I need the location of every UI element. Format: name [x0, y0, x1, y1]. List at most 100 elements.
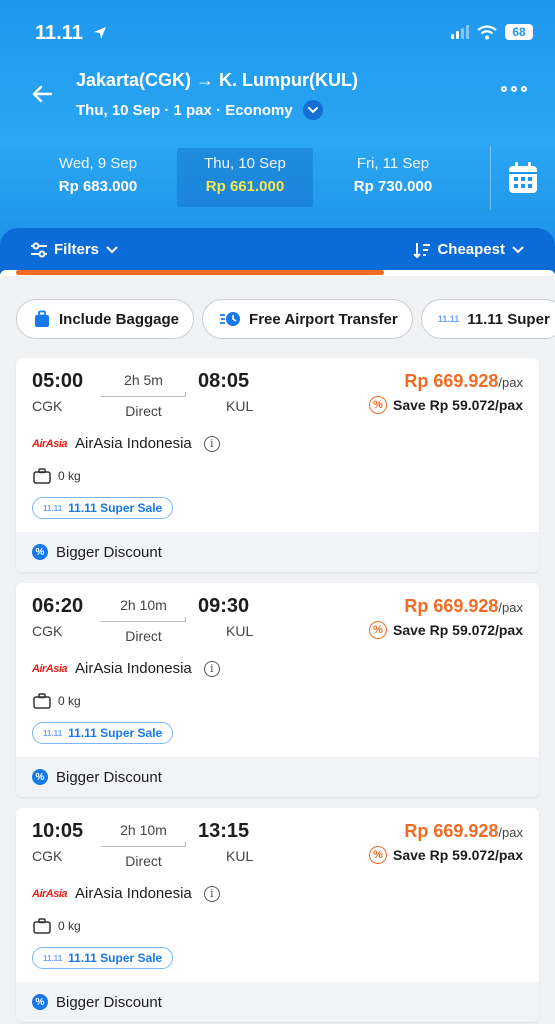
- discount-label: Bigger Discount: [56, 993, 162, 1011]
- price: Rp 669.928/pax: [404, 821, 523, 842]
- sort-icon: [413, 242, 431, 258]
- date-price: Rp 730.000: [353, 178, 433, 195]
- date-label: Wed, 9 Sep: [58, 155, 138, 172]
- date-label: Fri, 11 Sep: [356, 155, 430, 172]
- sort-label: Cheapest: [437, 241, 505, 258]
- more-icon[interactable]: [501, 86, 527, 92]
- bag-icon: [33, 468, 51, 484]
- filter-bar: Filters Cheapest: [0, 228, 555, 274]
- info-icon[interactable]: i: [203, 435, 220, 452]
- results-list: Include Baggage Free Airport Transfer 11…: [0, 276, 555, 1024]
- sale-badge: 11.11 11.11 Super Sale: [32, 947, 174, 969]
- date-strip: Wed, 9 Sep Rp 683.000 Thu, 10 Sep Rp 661…: [0, 148, 555, 208]
- info-icon[interactable]: i: [203, 885, 220, 902]
- airline-name: AirAsia Indonesia: [75, 435, 192, 452]
- price: Rp 669.928/pax: [404, 371, 523, 392]
- trip-details[interactable]: Thu, 10 Sep · 1 pax · Economy: [76, 100, 323, 120]
- percent-icon: %: [369, 396, 388, 414]
- divider: [490, 146, 491, 210]
- discount-banner: % Bigger Discount: [16, 982, 539, 1022]
- chevron-down-icon[interactable]: [302, 100, 323, 120]
- sort-button[interactable]: Cheapest: [413, 241, 525, 258]
- savings: % Save Rp 59.072/pax: [369, 846, 523, 864]
- savings: % Save Rp 59.072/pax: [369, 621, 523, 639]
- price-amount: Rp 669.928: [404, 596, 499, 616]
- discount-label: Bigger Discount: [56, 768, 162, 786]
- sale-badge-label: 11.11 Super Sale: [68, 501, 163, 515]
- price-unit: /pax: [498, 375, 523, 390]
- status-bar: 11.11 68: [0, 20, 555, 50]
- sale-badge: 11.11 11.11 Super Sale: [32, 497, 174, 519]
- flight-duration: 2h 5m: [124, 372, 163, 388]
- date-price: Rp 683.000: [58, 178, 138, 195]
- header: 11.11 68 Jakarta(CGK) → K. Lumpur(KUL) T…: [0, 0, 555, 262]
- flight-card[interactable]: 06:20 CGK 2h 10m Direct 09:30 KUL Rp 669…: [16, 583, 539, 797]
- departure-airport: CGK: [32, 398, 63, 414]
- discount-label: Bigger Discount: [56, 543, 162, 561]
- route-line: [101, 617, 186, 622]
- discount-banner: % Bigger Discount: [16, 532, 539, 572]
- filters-button[interactable]: Filters: [30, 241, 119, 258]
- quick-filter-chips: Include Baggage Free Airport Transfer 11…: [16, 299, 555, 339]
- arrival-airport: KUL: [226, 848, 254, 864]
- discount-icon: %: [32, 769, 48, 785]
- bag-icon: [33, 693, 51, 709]
- date-option-selected[interactable]: Thu, 10 Sep Rp 661.000: [177, 148, 313, 207]
- airline: AirAsia AirAsia Indonesia i: [32, 660, 220, 677]
- sale-icon: 11.11: [43, 953, 63, 963]
- chip-include-baggage[interactable]: Include Baggage: [16, 299, 195, 339]
- info-icon[interactable]: i: [203, 660, 220, 677]
- arrival-time: 13:15: [198, 820, 250, 842]
- date-label: Thu, 10 Sep: [204, 155, 286, 172]
- baggage-weight: 0 kg: [58, 919, 81, 933]
- price: Rp 669.928/pax: [404, 596, 523, 617]
- route-title: Jakarta(CGK) → K. Lumpur(KUL): [76, 70, 359, 90]
- discount-icon: %: [32, 994, 48, 1010]
- airline: AirAsia AirAsia Indonesia i: [32, 885, 220, 902]
- date-option[interactable]: Fri, 11 Sep Rp 730.000: [325, 148, 461, 207]
- airline-name: AirAsia Indonesia: [75, 885, 192, 902]
- departure-time: 10:05: [32, 820, 84, 842]
- departure-time: 06:20: [32, 595, 84, 617]
- route-line: [101, 392, 186, 397]
- discount-banner: % Bigger Discount: [16, 757, 539, 797]
- date-option[interactable]: Wed, 9 Sep Rp 683.000: [30, 148, 166, 207]
- stops-label: Direct: [125, 403, 162, 419]
- sale-badge-label: 11.11 Super Sale: [68, 726, 163, 740]
- filters-label: Filters: [54, 241, 100, 258]
- chip-free-airport-transfer[interactable]: Free Airport Transfer: [202, 299, 413, 339]
- airline-logo: AirAsia: [32, 887, 68, 900]
- calendar-icon[interactable]: [506, 160, 540, 196]
- chip-11-11-super[interactable]: 11.11 11.11 Super: [420, 299, 555, 339]
- loading-progress: [16, 270, 384, 275]
- sale-badge-label: 11.11 Super Sale: [68, 951, 163, 965]
- date-price: Rp 661.000: [205, 178, 285, 195]
- status-time: 11.11: [35, 22, 108, 45]
- shuttle-icon: [220, 312, 241, 326]
- percent-icon: %: [369, 846, 388, 864]
- chip-label: Free Airport Transfer: [249, 310, 398, 328]
- sale-badge: 11.11 11.11 Super Sale: [32, 722, 174, 744]
- filter-icon: [31, 242, 47, 257]
- status-icons: 68: [451, 24, 533, 40]
- route-line: [101, 842, 186, 847]
- flight-card[interactable]: 10:05 CGK 2h 10m Direct 13:15 KUL Rp 669…: [16, 808, 539, 1022]
- flight-card[interactable]: 05:00 CGK 2h 5m Direct 08:05 KUL Rp 669.…: [16, 358, 539, 572]
- airline: AirAsia AirAsia Indonesia i: [32, 435, 220, 452]
- flight-duration: 2h 10m: [120, 822, 167, 838]
- sale-icon: 11.11: [43, 503, 63, 513]
- wifi-icon: [477, 24, 497, 39]
- chevron-down-icon: [106, 245, 118, 253]
- baggage-info: 0 kg: [32, 693, 81, 709]
- back-arrow-icon[interactable]: [30, 82, 54, 106]
- sale-icon: 11.11: [43, 728, 63, 738]
- chip-label: Include Baggage: [59, 310, 180, 328]
- savings-text: Save Rp 59.072/pax: [393, 847, 523, 863]
- departure-airport: CGK: [32, 623, 63, 639]
- price-amount: Rp 669.928: [404, 371, 499, 391]
- signal-icon: [451, 25, 469, 39]
- airline-name: AirAsia Indonesia: [75, 660, 192, 677]
- status-time-text: 11.11: [35, 22, 83, 44]
- price-amount: Rp 669.928: [404, 821, 499, 841]
- savings-text: Save Rp 59.072/pax: [393, 397, 523, 413]
